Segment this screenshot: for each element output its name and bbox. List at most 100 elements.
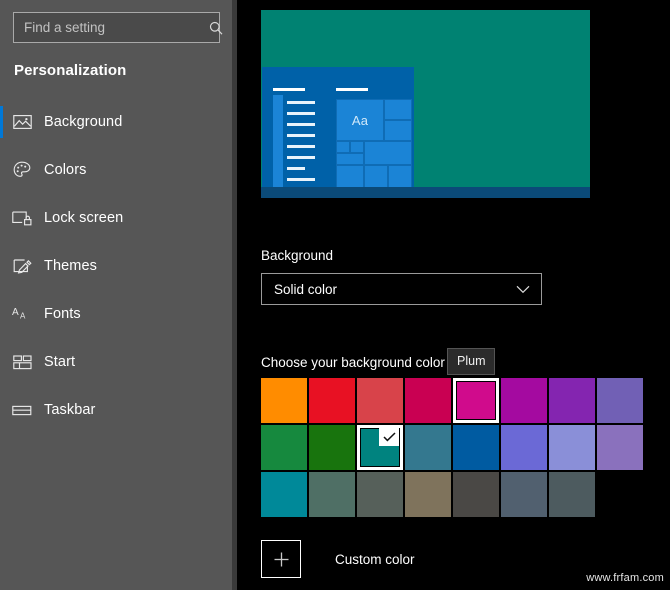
main-content: Aa Background Solid color Choose your ba… [237,0,670,590]
choose-background-color-label: Choose your background color [261,355,445,370]
swatch-fill [549,378,595,423]
sidebar-item-label: Background [44,114,123,130]
preview-start-menu: Aa [262,67,414,189]
preview-tile [350,141,364,153]
sidebar-item-background[interactable]: Background [0,98,232,146]
search-icon[interactable] [209,13,223,42]
sidebar-item-label: Lock screen [44,210,124,226]
color-swatch[interactable] [501,378,547,423]
preview-tile [388,165,412,189]
preview-menu-line [287,178,315,181]
color-swatch[interactable] [597,425,643,470]
sidebar-item-label: Start [44,354,76,370]
sidebar-item-label: Themes [44,258,97,274]
preview-tile [336,141,350,153]
swatch-fill [405,472,451,517]
swatch-fill [261,472,307,517]
sidebar-item-taskbar[interactable]: Taskbar [0,386,232,434]
color-swatch[interactable] [357,472,403,517]
swatch-fill [597,425,643,470]
sidebar-nav: Background Colors Lock screen Themes A A… [0,98,232,434]
preview-left-rail [273,95,283,189]
color-swatch[interactable] [405,378,451,423]
color-swatch[interactable] [453,425,499,470]
color-swatch[interactable] [549,425,595,470]
swatch-fill [357,378,403,423]
preview-taskbar [261,187,590,198]
color-swatch[interactable] [453,472,499,517]
selection-indicator [0,202,3,234]
preview-menu-line [287,134,315,137]
color-swatch[interactable] [597,378,643,423]
preview-tile [364,165,388,189]
sidebar-item-fonts[interactable]: A A Fonts [0,290,232,338]
swatch-fill [309,378,355,423]
swatch-fill [457,382,495,419]
swatch-fill [501,425,547,470]
sidebar-item-colors[interactable]: Colors [0,146,232,194]
selection-indicator [0,250,3,282]
svg-text:A: A [20,312,26,321]
search-box[interactable] [13,12,223,43]
preview-tile [336,165,364,189]
color-swatch[interactable] [549,472,595,517]
preview-menu-line [287,167,305,170]
color-swatch[interactable] [501,425,547,470]
preview-menu-line [287,123,315,126]
page-title: Personalization [14,62,127,79]
color-swatch[interactable] [309,378,355,423]
sidebar-item-label: Fonts [44,306,81,322]
svg-text:A: A [12,307,19,318]
color-swatch[interactable] [309,425,355,470]
sidebar-item-label: Taskbar [44,402,96,418]
custom-color-button[interactable]: Custom color [261,540,415,578]
selection-indicator [0,394,3,426]
custom-color-label: Custom color [335,551,415,567]
plus-icon[interactable] [261,540,301,578]
background-type-dropdown[interactable]: Solid color [261,273,542,305]
color-swatch[interactable] [261,425,307,470]
preview-tile [364,141,412,165]
swatch-fill [549,472,595,517]
color-swatch-plum[interactable] [453,378,499,423]
preview-menu-line [287,101,315,104]
selection-indicator [0,154,3,186]
color-swatch[interactable] [309,472,355,517]
preview-headline-left [273,88,305,91]
background-label: Background [261,248,334,263]
color-swatch[interactable] [549,378,595,423]
preview-menu-line [287,145,315,148]
sidebar-item-lock-screen[interactable]: Lock screen [0,194,232,242]
preview-tile [384,99,412,120]
color-swatch[interactable] [357,378,403,423]
preview-tile-text: Aa [351,112,369,128]
sidebar: Personalization Background [0,0,232,590]
picture-icon [0,114,44,130]
preview-tile [336,153,364,165]
preview-headline-right [336,88,368,91]
sidebar-item-start[interactable]: Start [0,338,232,386]
search-input[interactable] [14,20,209,35]
start-icon [0,354,44,370]
swatch-fill [309,472,355,517]
swatch-fill [549,425,595,470]
brush-icon [0,257,44,275]
chevron-down-icon[interactable] [516,285,541,294]
swatch-fill [453,472,499,517]
preview-tile [384,120,412,141]
swatch-fill [261,425,307,470]
color-swatch[interactable] [405,425,451,470]
swatch-fill [501,472,547,517]
preview-menu-line [287,156,315,159]
sidebar-item-themes[interactable]: Themes [0,242,232,290]
selection-indicator [0,346,3,378]
lockscreen-icon [0,210,44,226]
swatch-fill [357,472,403,517]
color-swatch-grid [261,378,653,519]
swatch-fill [261,378,307,423]
color-swatch[interactable] [261,472,307,517]
color-swatch-selected[interactable] [357,425,403,470]
color-swatch[interactable] [405,472,451,517]
color-swatch[interactable] [261,378,307,423]
color-swatch[interactable] [501,472,547,517]
